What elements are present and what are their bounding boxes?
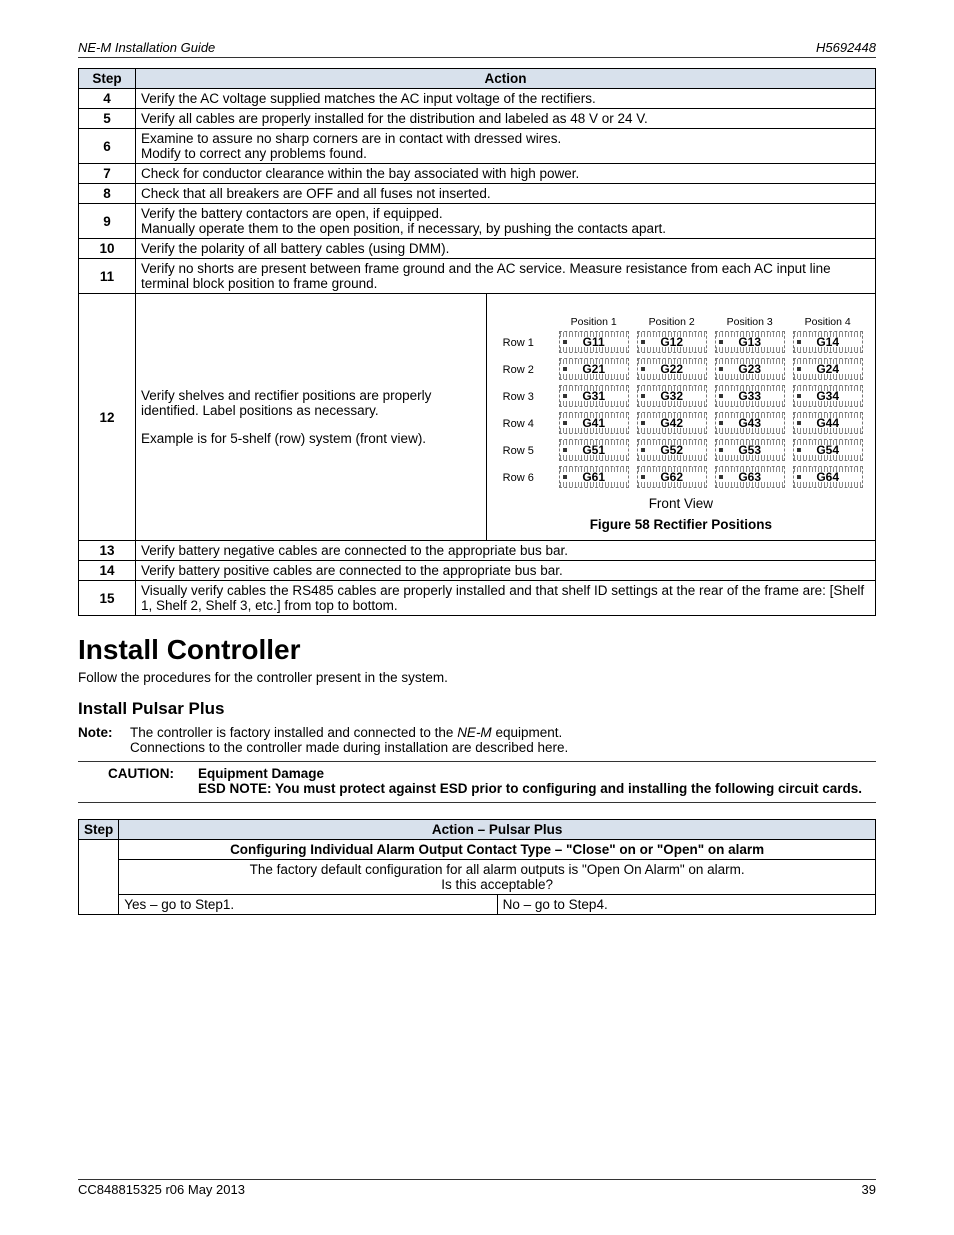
- caution-body: Equipment Damage ESD NOTE: You must prot…: [198, 766, 876, 796]
- rectifier-slot: G14: [793, 331, 863, 353]
- position-header: Position 1: [559, 316, 629, 328]
- action-cell: Verify shelves and rectifier positions a…: [136, 294, 487, 541]
- header-right: H5692448: [816, 40, 876, 55]
- rectifier-slot: G21: [559, 358, 629, 380]
- rectifier-slot: G42: [637, 412, 707, 434]
- position-header: Position 3: [715, 316, 785, 328]
- section-lead: Follow the procedures for the controller…: [78, 670, 876, 685]
- header-left: NE-M Installation Guide: [78, 40, 215, 55]
- t2-config-title: Configuring Individual Alarm Output Cont…: [119, 840, 876, 860]
- action-cell: Verify all cables are properly installed…: [136, 109, 876, 129]
- rectifier-slot: G63: [715, 466, 785, 488]
- action-cell: Check that all breakers are OFF and all …: [136, 184, 876, 204]
- rectifier-slot: G64: [793, 466, 863, 488]
- section-title: Install Controller: [78, 634, 876, 666]
- note-block: Note: The controller is factory installe…: [78, 725, 876, 755]
- row-label: Row 4: [503, 418, 551, 430]
- t2-config-body1: The factory default configuration for al…: [124, 862, 870, 877]
- figure-caption: Front View: [493, 496, 869, 511]
- t2-blank-step: [79, 840, 119, 915]
- rectifier-slot: G53: [715, 439, 785, 461]
- col-action: Action: [136, 69, 876, 89]
- rectifier-slot: G11: [559, 331, 629, 353]
- caution-text: ESD NOTE: You must protect against ESD p…: [198, 781, 876, 796]
- action-cell: Verify the battery contactors are open, …: [136, 204, 876, 239]
- steps-table-1: Step Action 4Verify the AC voltage suppl…: [78, 68, 876, 616]
- step-cell: 8: [79, 184, 136, 204]
- t2-config-body2: Is this acceptable?: [124, 877, 870, 892]
- row-label: Row 5: [503, 445, 551, 457]
- step-cell: 6: [79, 129, 136, 164]
- t2-config-body: The factory default configuration for al…: [119, 860, 876, 895]
- rectifier-slot: G32: [637, 385, 707, 407]
- position-header: Position 4: [793, 316, 863, 328]
- note-body: The controller is factory installed and …: [130, 725, 876, 755]
- rectifier-grid: Position 1 Position 2 Position 3 Position 4…: [493, 304, 869, 490]
- rectifier-slot: G12: [637, 331, 707, 353]
- subsection-title: Install Pulsar Plus: [78, 699, 876, 719]
- step-cell: 5: [79, 109, 136, 129]
- rectifier-slot: G41: [559, 412, 629, 434]
- action-cell: Visually verify cables the RS485 cables …: [136, 581, 876, 616]
- rectifier-slot: G23: [715, 358, 785, 380]
- caution-title: Equipment Damage: [198, 766, 876, 781]
- action-cell: Examine to assure no sharp corners are i…: [136, 129, 876, 164]
- footer-right: 39: [862, 1182, 876, 1197]
- rectifier-slot: G52: [637, 439, 707, 461]
- figure-title: Figure 58 Rectifier Positions: [493, 517, 869, 532]
- rectifier-slot: G31: [559, 385, 629, 407]
- step-cell: 11: [79, 259, 136, 294]
- rectifier-slot: G22: [637, 358, 707, 380]
- rectifier-slot: G62: [637, 466, 707, 488]
- row-label: Row 2: [503, 364, 551, 376]
- action-cell: Verify the polarity of all battery cable…: [136, 239, 876, 259]
- action-cell: Verify the AC voltage supplied matches t…: [136, 89, 876, 109]
- rectifier-slot: G54: [793, 439, 863, 461]
- action-cell: Check for conductor clearance within the…: [136, 164, 876, 184]
- row-label: Row 3: [503, 391, 551, 403]
- rectifier-slot: G33: [715, 385, 785, 407]
- step-cell: 9: [79, 204, 136, 239]
- step-cell: 12: [79, 294, 136, 541]
- step-cell: 4: [79, 89, 136, 109]
- rectifier-slot: G34: [793, 385, 863, 407]
- rectifier-slot: G61: [559, 466, 629, 488]
- note-line: The controller is factory installed and …: [130, 725, 876, 740]
- steps-table-2: Step Action – Pulsar Plus Configuring In…: [78, 819, 876, 915]
- t2-col-action: Action – Pulsar Plus: [119, 820, 876, 840]
- rectifier-slot: G13: [715, 331, 785, 353]
- footer-left: CC848815325 r06 May 2013: [78, 1182, 245, 1197]
- rectifier-slot: G51: [559, 439, 629, 461]
- caution-box: CAUTION: Equipment Damage ESD NOTE: You …: [78, 761, 876, 803]
- step-cell: 14: [79, 561, 136, 581]
- step-cell: 10: [79, 239, 136, 259]
- step-cell: 15: [79, 581, 136, 616]
- col-step: Step: [79, 69, 136, 89]
- t2-col-step: Step: [79, 820, 119, 840]
- action-cell: Verify battery negative cables are conne…: [136, 541, 876, 561]
- row-label: Row 6: [503, 472, 551, 484]
- t2-no: No – go to Step4.: [497, 895, 875, 915]
- step-cell: 7: [79, 164, 136, 184]
- step-cell: 13: [79, 541, 136, 561]
- rectifier-slot: G24: [793, 358, 863, 380]
- figure-cell: Position 1 Position 2 Position 3 Position 4…: [486, 294, 875, 541]
- caution-label: CAUTION:: [78, 766, 198, 796]
- rectifier-slot: G43: [715, 412, 785, 434]
- position-header: Position 2: [637, 316, 707, 328]
- note-line: Connections to the controller made durin…: [130, 740, 876, 755]
- page-header: NE-M Installation Guide H5692448: [78, 40, 876, 58]
- rectifier-slot: G44: [793, 412, 863, 434]
- action-cell: Verify battery positive cables are conne…: [136, 561, 876, 581]
- row-label: Row 1: [503, 337, 551, 349]
- t2-yes: Yes – go to Step1.: [119, 895, 497, 915]
- note-label: Note:: [78, 725, 130, 755]
- page-footer: CC848815325 r06 May 2013 39: [78, 1179, 876, 1197]
- action-cell: Verify no shorts are present between fra…: [136, 259, 876, 294]
